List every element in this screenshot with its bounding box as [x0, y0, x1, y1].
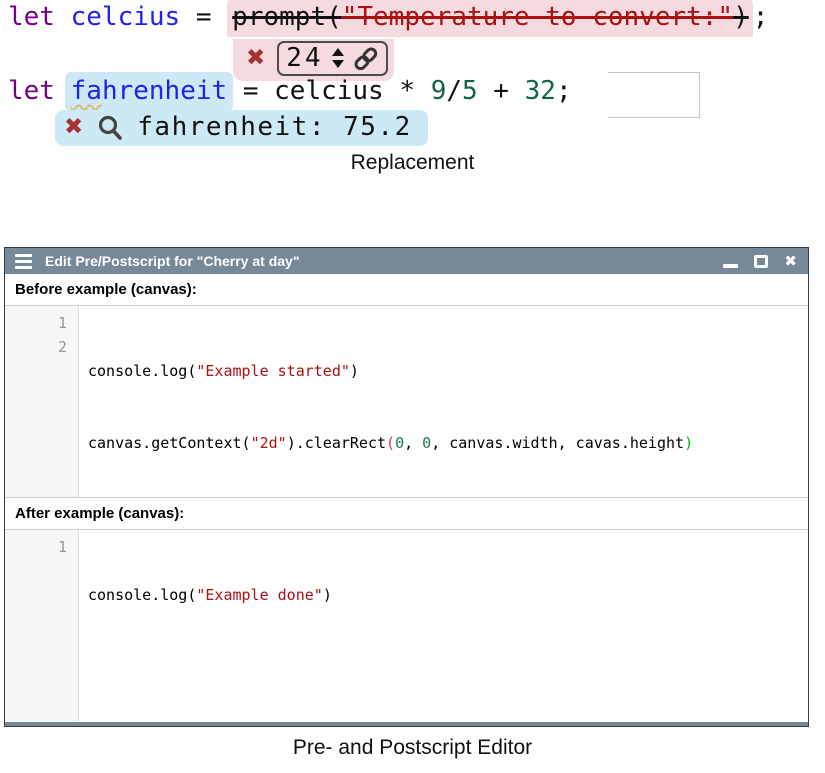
code-token: canvas.getContext( — [88, 434, 251, 452]
number-token: 0 — [395, 434, 404, 452]
code-token: , canvas.width, cavas.height — [431, 434, 684, 452]
pre-postscript-editor-window: Edit Pre/Postscript for "Cherry at day" … — [4, 247, 809, 727]
keyword-let: let — [8, 76, 71, 106]
number-token: 0 — [422, 434, 431, 452]
number-5: 5 — [462, 76, 478, 106]
code-line-fahrenheit[interactable]: let fahrenheit = celcius * 9/5 + 32; — [8, 76, 572, 106]
step-down-icon[interactable] — [332, 60, 344, 68]
keyword-let: let — [8, 2, 71, 32]
watch-value-text: fahrenheit: 75.2 — [137, 112, 411, 142]
divide-operator: / — [446, 76, 462, 106]
assign-operator: = — [227, 76, 274, 106]
close-button[interactable]: ✖ — [784, 254, 797, 269]
plus-operator: + — [478, 76, 525, 106]
variable-celcius: celcius — [71, 2, 181, 32]
number-32: 32 — [525, 76, 556, 106]
open-bracket-token: ( — [386, 434, 395, 452]
line-number: 1 — [5, 311, 67, 335]
line-number-gutter: 1 2 — [5, 306, 79, 497]
link-icon[interactable] — [352, 45, 379, 72]
code-token: , — [404, 434, 422, 452]
string-token: "2d" — [251, 434, 287, 452]
expression-left: celcius * — [274, 76, 431, 106]
empty-widget-outline — [608, 72, 700, 118]
after-example-editor[interactable]: 1 console.log("Example done") — [5, 530, 808, 722]
string-token: "Example done" — [196, 586, 322, 604]
assign-operator: = — [180, 2, 227, 32]
line-number-gutter: 1 — [5, 530, 79, 722]
number-input-widget[interactable]: 24 — [277, 41, 387, 76]
line-number: 2 — [5, 335, 67, 359]
code-line: canvas.getContext("2d").clearRect(0, 0, … — [88, 431, 808, 455]
variable-fahrenheit-rest: hrenheit — [102, 76, 227, 106]
code-token: console.log( — [88, 586, 196, 604]
window-controls: ✖ — [723, 254, 797, 269]
semicolon: ; — [556, 76, 572, 106]
before-example-editor[interactable]: 1 2 console.log("Example started") canva… — [5, 306, 808, 498]
maximize-button[interactable] — [754, 255, 768, 268]
editor-caption: Pre- and Postscript Editor — [0, 736, 825, 760]
window-bottom-bar — [5, 722, 808, 726]
menu-icon[interactable] — [15, 254, 32, 269]
number-value[interactable]: 24 — [286, 43, 323, 73]
spellcheck-squiggle: fa — [71, 76, 102, 106]
remove-replacement-icon[interactable]: ✖ — [246, 47, 265, 70]
matching-bracket-token: ) — [684, 434, 693, 452]
code-token: console.log( — [88, 362, 196, 380]
code-token: ).clearRect — [287, 434, 386, 452]
number-stepper[interactable] — [332, 48, 344, 68]
string-token: "Example started" — [196, 362, 350, 380]
window-titlebar[interactable]: Edit Pre/Postscript for "Cherry at day" … — [5, 248, 808, 274]
prompt-replacement-widget: ✖ 24 — [233, 39, 394, 81]
step-up-icon[interactable] — [332, 48, 344, 56]
minimize-button[interactable] — [723, 264, 738, 268]
number-9: 9 — [431, 76, 447, 106]
removed-prompt-string: "Temperature to convert:" — [342, 0, 733, 37]
code-line-celcius[interactable]: let celcius = prompt("Temperature to con… — [8, 2, 768, 32]
before-code-area[interactable]: console.log("Example started") canvas.ge… — [79, 306, 808, 497]
figure-stage: let celcius = prompt("Temperature to con… — [0, 0, 825, 773]
watch-value-widget: ✖ fahrenheit: 75.2 — [55, 110, 428, 146]
window-title: Edit Pre/Postscript for "Cherry at day" — [45, 253, 710, 269]
line-number: 1 — [5, 535, 67, 559]
code-line: console.log("Example started") — [88, 359, 808, 383]
before-example-label: Before example (canvas): — [5, 274, 808, 306]
after-example-label: After example (canvas): — [5, 498, 808, 530]
removed-close-paren: ) — [733, 0, 753, 37]
code-token: ) — [350, 362, 359, 380]
after-code-area[interactable]: console.log("Example done") — [79, 530, 808, 722]
removed-prompt-call: prompt( — [227, 0, 342, 37]
remove-watch-icon[interactable]: ✖ — [64, 116, 83, 139]
semicolon: ; — [753, 2, 769, 32]
code-token: ) — [323, 586, 332, 604]
variable-fahrenheit-highlighted: fahrenheit — [65, 72, 234, 111]
magnifier-icon[interactable] — [97, 114, 123, 141]
code-line: console.log("Example done") — [88, 583, 808, 607]
replacement-caption: Replacement — [0, 151, 825, 175]
